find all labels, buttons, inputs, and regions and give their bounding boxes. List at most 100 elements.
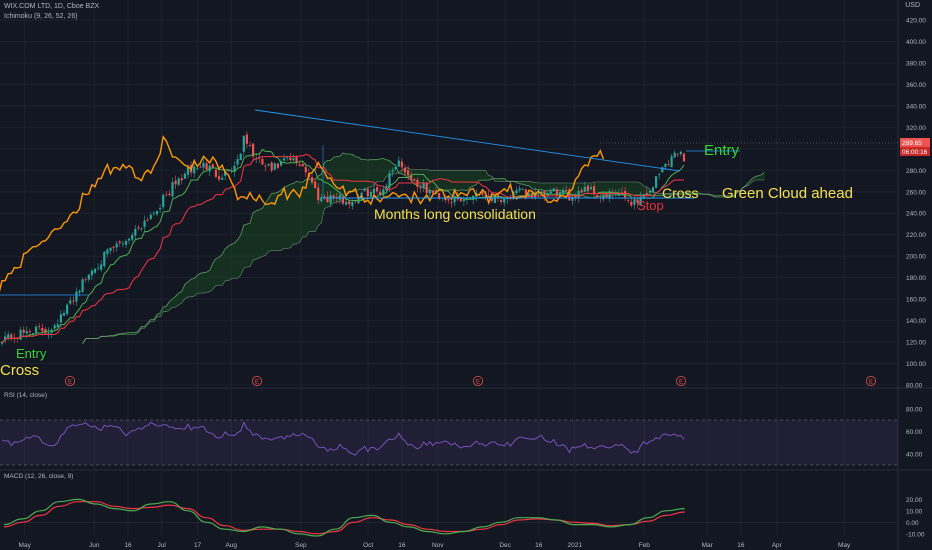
price-axis-tick: 120.00 <box>906 340 926 347</box>
candle-body <box>171 182 174 197</box>
annotation-green-cloud: Green Cloud ahead <box>722 185 853 202</box>
chart-title: WIX.COM LTD, 1D, Cboe BZX <box>4 3 100 10</box>
macd-axis-tick: 0.00 <box>906 520 919 527</box>
candle-body <box>673 152 676 158</box>
candle-body <box>425 183 428 194</box>
candle-body <box>320 197 323 202</box>
candle-body <box>583 187 586 192</box>
candle-body <box>56 324 59 328</box>
candle-body <box>676 153 679 155</box>
candle-body <box>19 329 22 340</box>
candle-body <box>59 314 62 323</box>
time-axis-tick: 16 <box>398 542 406 549</box>
candle-body <box>633 199 636 205</box>
time-axis-tick: Apr <box>772 542 783 549</box>
candle-body <box>431 190 434 194</box>
candle-body <box>124 240 128 245</box>
annotation-cross-right: Cross <box>662 185 699 201</box>
candle-body <box>310 177 314 183</box>
price-axis-tick: 280.00 <box>906 168 926 175</box>
price-axis-tick: 180.00 <box>906 275 926 282</box>
time-axis-tick: 2021 <box>567 542 582 549</box>
price-axis-tick: 220.00 <box>906 232 926 239</box>
candle-body <box>276 163 279 168</box>
time-axis-tick: May <box>19 542 32 549</box>
candle-body <box>196 168 199 170</box>
candle-body <box>221 177 224 180</box>
candle-body <box>72 300 75 302</box>
candle-body <box>397 160 400 167</box>
candle-body <box>376 187 379 192</box>
candle-body <box>162 194 165 208</box>
trendline-upper <box>254 109 681 172</box>
rsi-title: RSI (14, close) <box>4 392 47 399</box>
candle-body <box>165 194 168 196</box>
candle-body <box>22 329 25 333</box>
candle-body <box>317 187 320 201</box>
candle-body <box>341 196 345 204</box>
candle-body <box>93 268 97 273</box>
candle-body <box>248 145 252 147</box>
candle-body <box>562 189 565 194</box>
candle-body <box>177 178 180 185</box>
candle-body <box>100 264 103 270</box>
candle-body <box>193 166 196 174</box>
annotation-consolidation: Months long consolidation <box>374 206 536 222</box>
earnings-marker-label: E <box>679 379 683 385</box>
candle-body <box>128 238 131 241</box>
earnings-marker-label: E <box>476 379 480 385</box>
candle-body <box>400 161 403 168</box>
candle-body <box>462 199 465 202</box>
candle-body <box>648 190 651 193</box>
candle-body <box>366 188 369 197</box>
chart-canvas[interactable]: 80.00100.00120.00140.00160.00180.00200.0… <box>0 0 932 550</box>
candle-body <box>283 158 286 161</box>
annotation-stop: Stop <box>637 198 664 213</box>
candle-body <box>245 134 248 144</box>
rsi-axis-tick: 60.00 <box>906 429 923 436</box>
candle-body <box>214 169 217 177</box>
candle-body <box>664 163 667 167</box>
price-axis-tick: 140.00 <box>906 318 926 325</box>
candle-body <box>670 156 673 168</box>
candle-body <box>38 326 41 327</box>
candle-body <box>84 278 87 280</box>
candle-body <box>217 176 221 180</box>
candle-body <box>239 153 242 161</box>
candle-body <box>413 179 416 181</box>
candle-body <box>211 164 214 168</box>
candle-body <box>394 167 397 170</box>
candle-body <box>41 327 44 332</box>
candle-body <box>149 214 152 219</box>
candle-body <box>115 243 118 248</box>
candle-body <box>118 241 121 243</box>
candle-body <box>183 173 186 179</box>
candle-body <box>205 163 208 170</box>
candle-body <box>323 196 326 198</box>
candle-body <box>586 185 589 192</box>
candle-body <box>103 251 106 267</box>
price-axis-tick: 80.00 <box>906 383 923 390</box>
candle-body <box>35 326 38 333</box>
candle-body <box>605 193 608 197</box>
candle-body <box>261 158 264 165</box>
candle-body <box>174 180 177 185</box>
price-axis-tick: 160.00 <box>906 297 926 304</box>
rsi-axis-tick: 40.00 <box>906 451 923 458</box>
candle-body <box>295 156 298 163</box>
candle-body <box>112 246 115 248</box>
candle-body <box>121 243 124 245</box>
candle-body <box>410 175 413 181</box>
time-axis-tick: Jun <box>89 542 100 549</box>
candle-body <box>620 192 624 193</box>
candle-body <box>242 136 245 152</box>
candle-body <box>521 189 524 190</box>
annotation-entry-left: Entry <box>16 346 47 361</box>
time-axis-tick: May <box>838 542 851 549</box>
candle-body <box>267 164 270 166</box>
candle-body <box>382 189 385 196</box>
price-axis-tick: 200.00 <box>906 254 926 261</box>
candle-body <box>565 190 568 192</box>
ichimoku-legend: Ichimoku (9, 26, 52, 26) <box>4 13 78 20</box>
earnings-marker-label: E <box>869 379 873 385</box>
